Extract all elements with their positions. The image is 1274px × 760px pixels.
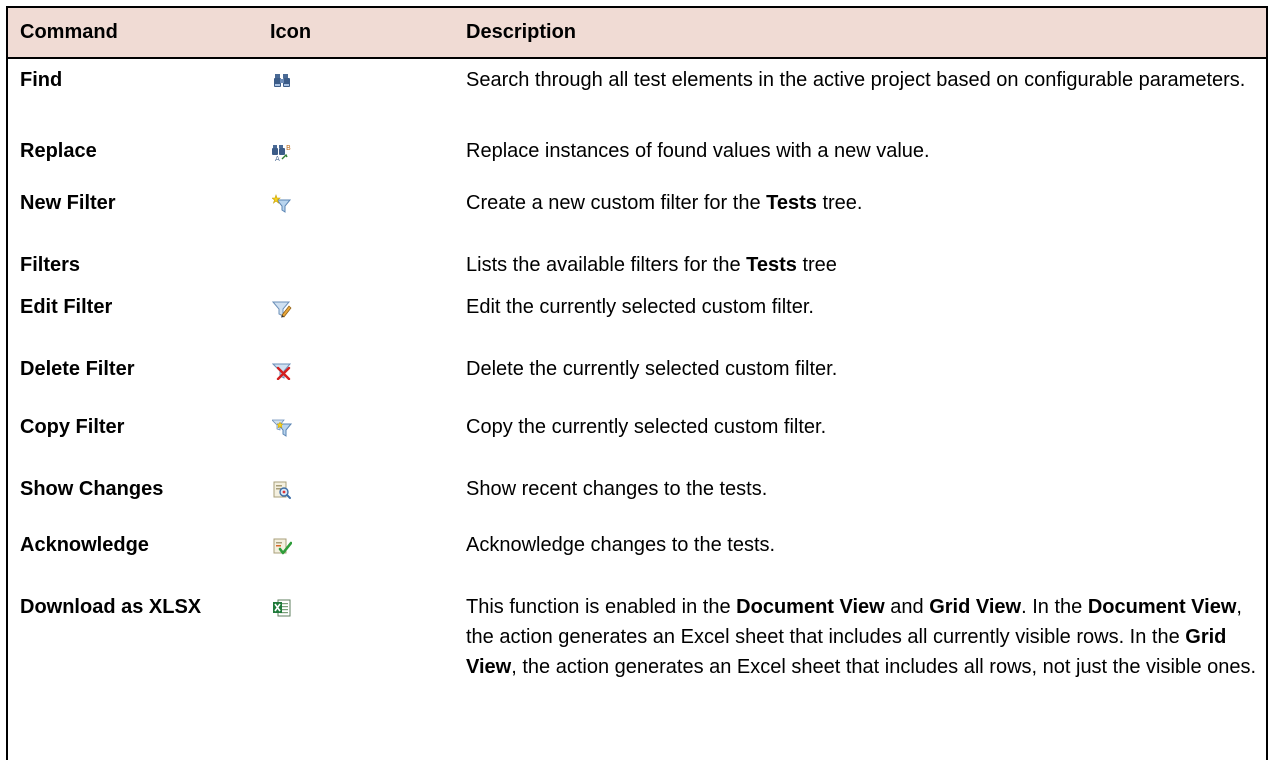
binoculars-icon	[272, 71, 292, 91]
excel-icon	[272, 598, 292, 618]
table-row: Copy Filter Copy the currently selected …	[8, 406, 1266, 468]
description-text: tree	[796, 254, 837, 276]
description-text: , the action generates an Excel sheet th…	[511, 656, 1257, 678]
table-row: Download as XLSX This function is enable…	[8, 586, 1266, 722]
command-name: Filters	[20, 254, 81, 276]
show-changes-icon	[272, 480, 292, 500]
command-name: Replace	[20, 140, 97, 162]
commands-table: Command Icon Description Find Search thr…	[8, 8, 1266, 722]
header-command: Command	[8, 8, 258, 59]
description-text: This function is enabled in the	[466, 596, 737, 618]
command-name: Copy Filter	[20, 416, 125, 438]
description-text: . In the	[1021, 596, 1088, 618]
description-bold: Grid View	[929, 596, 1022, 618]
description-text: Search through all test elements in the …	[466, 69, 1246, 91]
table-row: Show Changes Show recent changes to the …	[8, 468, 1266, 524]
description-text: Lists the available filters for the	[466, 254, 747, 276]
command-name: Acknowledge	[20, 534, 149, 556]
description-text: Show recent changes to the tests.	[466, 478, 768, 500]
table-row: Acknowledge Acknowledge changes to the t…	[8, 524, 1266, 586]
header-icon: Icon	[258, 8, 454, 59]
command-name: Edit Filter	[20, 296, 113, 318]
description-text: Copy the currently selected custom filte…	[466, 416, 827, 438]
description-text: Delete the currently selected custom fil…	[466, 358, 838, 380]
description-text: Edit the currently selected custom filte…	[466, 296, 814, 318]
table-row: Filters Lists the available filters for …	[8, 244, 1266, 286]
command-name: Download as XLSX	[20, 596, 202, 618]
edit-filter-icon	[272, 298, 292, 318]
svg-text:B: B	[286, 144, 291, 152]
command-name: Delete Filter	[20, 358, 135, 380]
description-text: tree.	[816, 192, 863, 214]
header-description: Description	[454, 8, 1266, 59]
table-row: New Filter Create a new custom filter fo…	[8, 182, 1266, 244]
table-row: Replace B A Replace instances of found v…	[8, 130, 1266, 182]
delete-filter-icon	[272, 360, 292, 380]
description-text: and	[884, 596, 930, 618]
table-row: Edit Filter Edit the currently selected …	[8, 286, 1266, 348]
table-row: Find Search through all test elements in…	[8, 58, 1266, 130]
command-name: Show Changes	[20, 478, 164, 500]
table-header-row: Command Icon Description	[8, 8, 1266, 59]
description-text: Replace instances of found values with a…	[466, 140, 930, 162]
new-filter-icon	[272, 194, 292, 214]
description-bold: Tests	[766, 192, 817, 214]
description-bold: Document View	[1087, 596, 1237, 618]
commands-table-container: Command Icon Description Find Search thr…	[6, 6, 1268, 760]
description-bold: Document View	[736, 596, 885, 618]
command-name: New Filter	[20, 192, 116, 214]
table-row: Delete Filter Delete the currently selec…	[8, 348, 1266, 406]
binoculars-replace-icon: B A	[272, 142, 292, 162]
copy-filter-icon	[272, 418, 292, 438]
description-text: Acknowledge changes to the tests.	[466, 534, 776, 556]
command-name: Find	[20, 69, 63, 91]
acknowledge-icon	[272, 536, 292, 556]
description-text: Create a new custom filter for the	[466, 192, 767, 214]
svg-text:A: A	[275, 155, 280, 162]
description-bold: Tests	[746, 254, 797, 276]
